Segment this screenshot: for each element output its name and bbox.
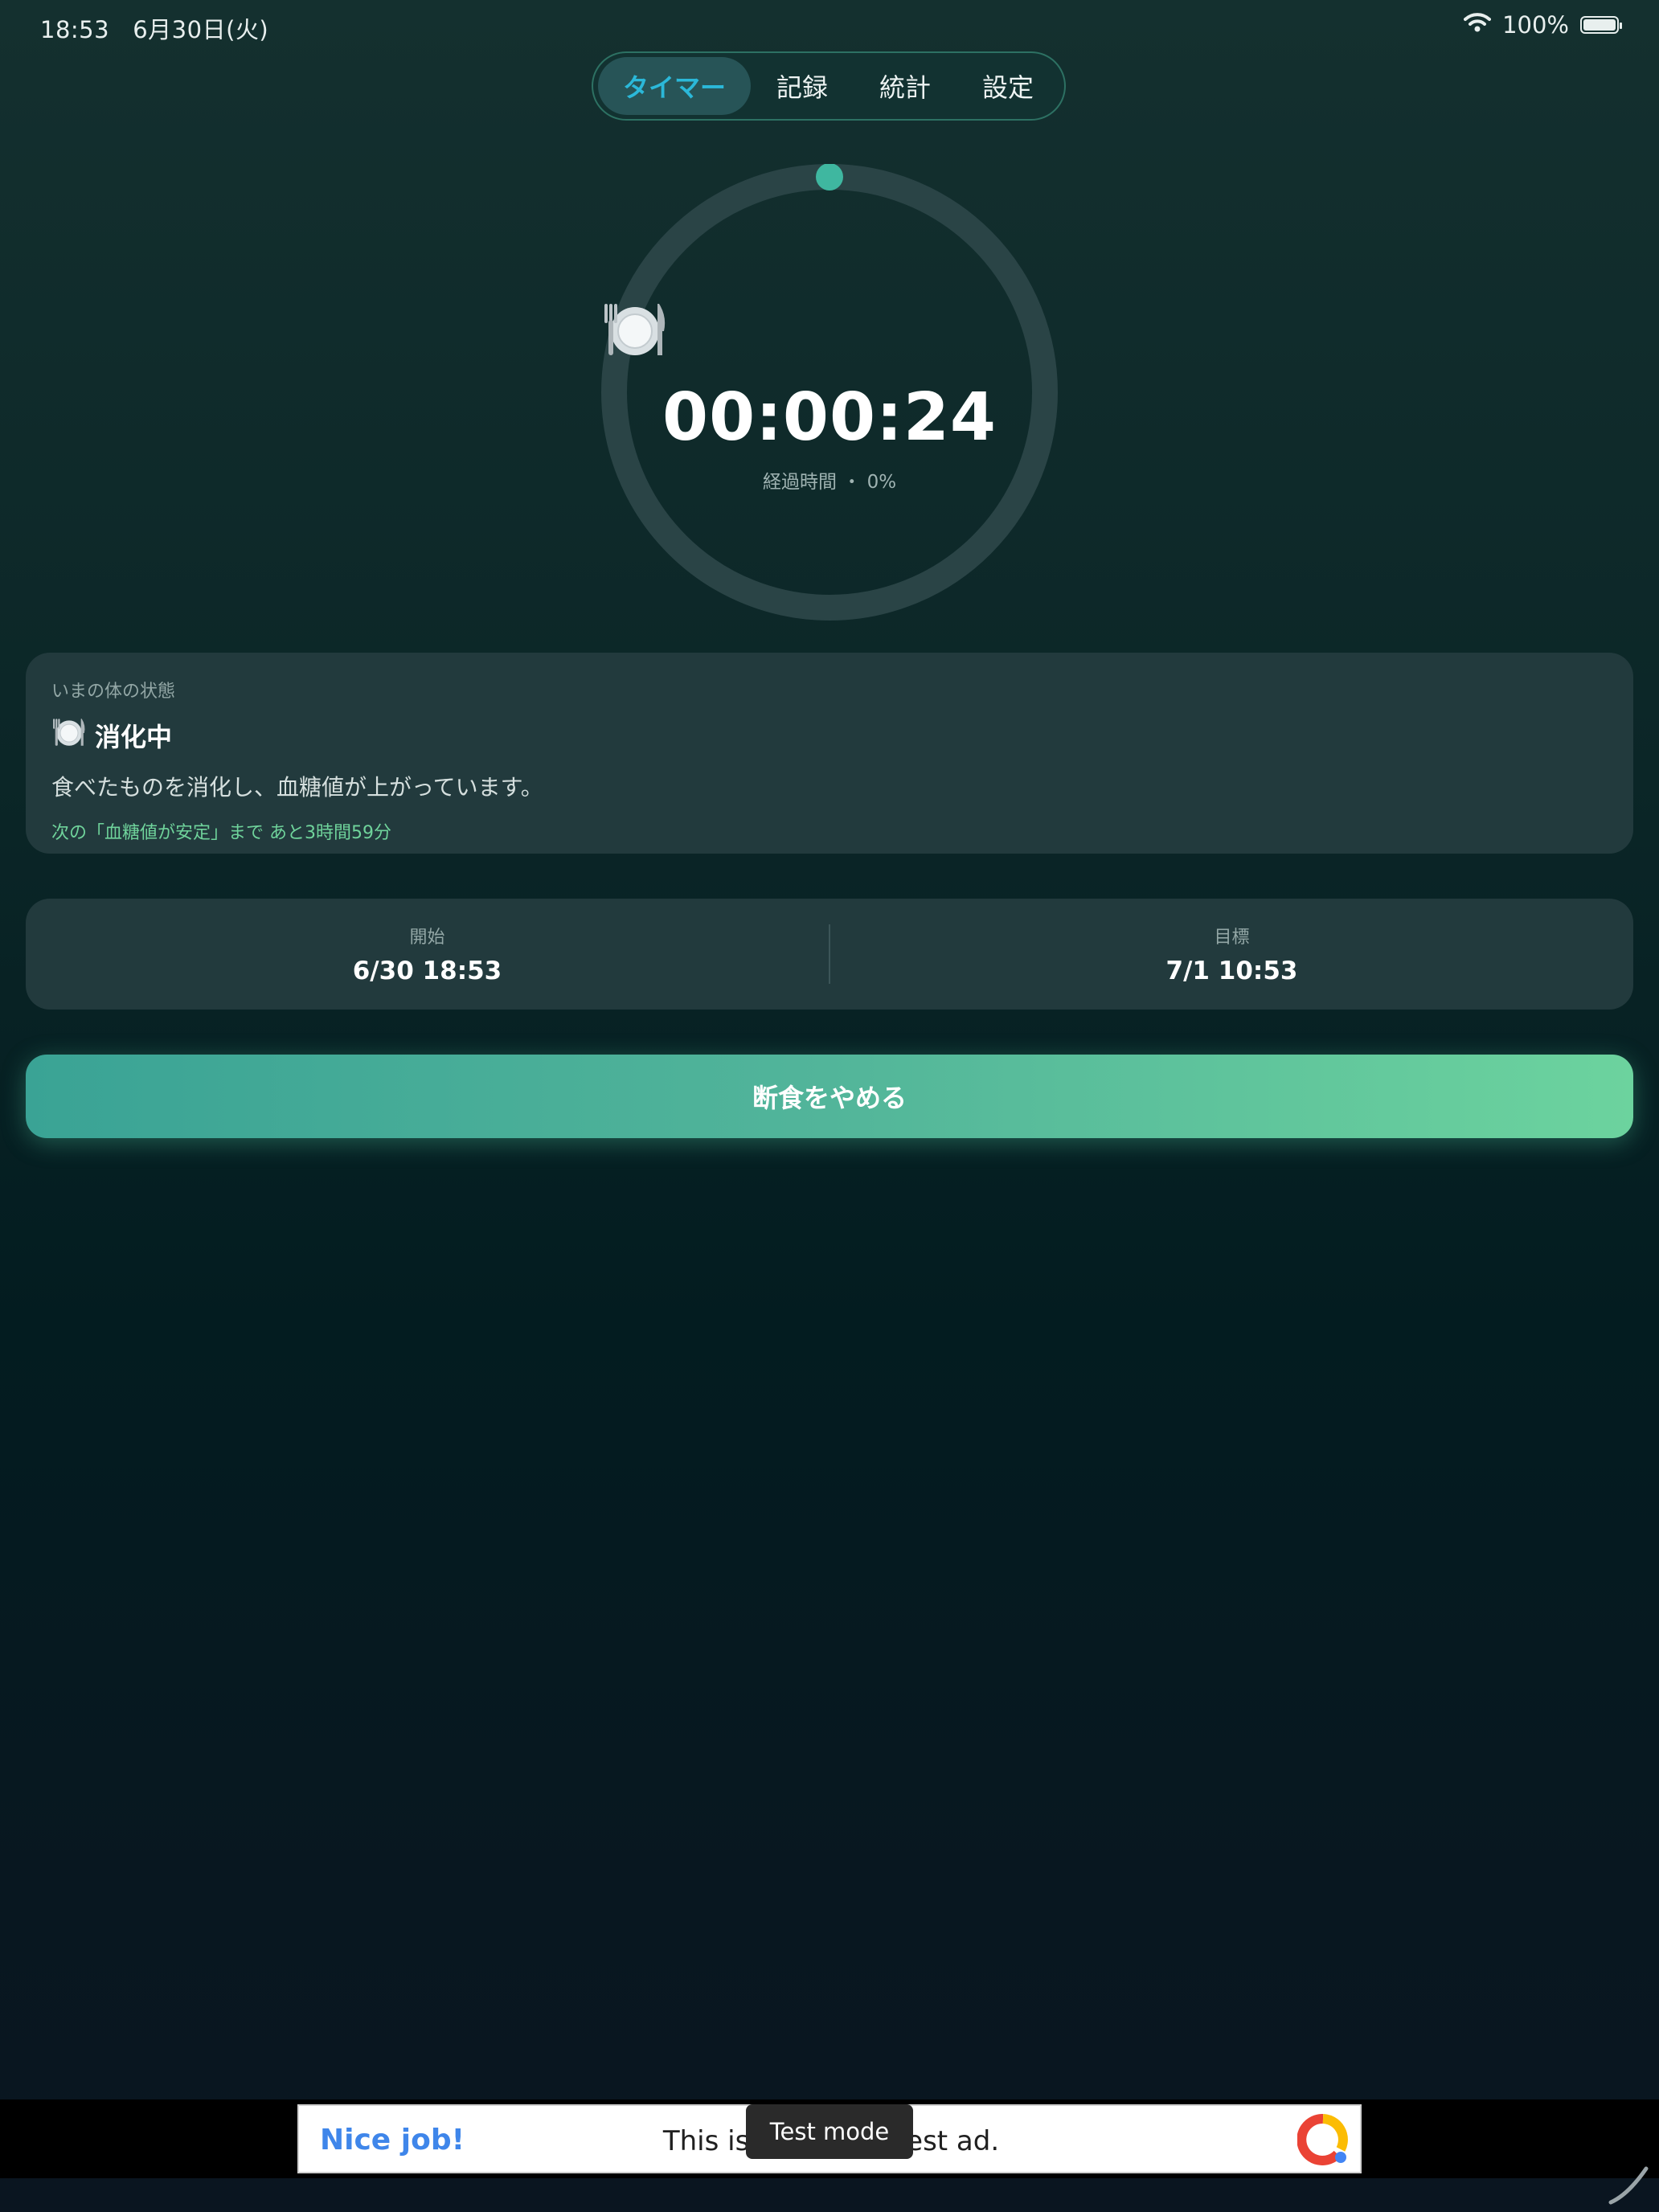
battery-percent: 100% xyxy=(1502,11,1569,39)
state-title-row: 消化中 xyxy=(51,717,1608,754)
state-title: 消化中 xyxy=(95,722,173,752)
status-bar: 18:53 6月30日(火) 100% xyxy=(0,0,1659,51)
ad-logo-icon xyxy=(1297,2114,1348,2165)
status-time-date: 18:53 6月30日(火) xyxy=(40,11,268,45)
timer-ring: 00:00:24 経過時間 ・ 0% xyxy=(601,164,1058,621)
start-label: 開始 xyxy=(409,928,445,948)
state-heading: いまの体の状態 xyxy=(51,682,176,702)
progress-percent: 0% xyxy=(866,472,897,493)
elapsed-label: 経過時間 xyxy=(762,472,837,493)
battery-icon xyxy=(1580,16,1622,34)
tab-timer[interactable]: タイマー xyxy=(598,57,751,115)
stop-fasting-button[interactable]: 断食をやめる xyxy=(26,1055,1633,1138)
body-state-card: いまの体の状態 消化中 食べたものを消化し、血糖値が上がっています。 次の「血糖… xyxy=(26,653,1633,854)
tab-settings[interactable]: 設定 xyxy=(956,57,1059,115)
goal-label: 目標 xyxy=(1214,928,1250,948)
goal-value: 7/1 10:53 xyxy=(1165,956,1298,985)
next-state-countdown: 次の「血糖値が安定」まで あと3時間59分 xyxy=(51,823,391,843)
separator: ・ xyxy=(842,472,862,493)
tab-bar: タイマー 記録 統計 設定 xyxy=(592,51,1066,121)
status-time: 18:53 xyxy=(40,16,110,43)
pencil-icon[interactable] xyxy=(1606,2162,1651,2207)
goal-column: 目標 7/1 10:53 xyxy=(830,923,1633,985)
wifi-icon xyxy=(1464,11,1492,39)
start-column: 開始 6/30 18:53 xyxy=(26,923,829,985)
start-value: 6/30 18:53 xyxy=(352,956,502,985)
bottom-bar xyxy=(0,2178,1659,2212)
status-date: 6月30日(火) xyxy=(133,16,269,43)
start-goal-card: 開始 6/30 18:53 目標 7/1 10:53 xyxy=(26,899,1633,1010)
tab-records[interactable]: 記録 xyxy=(751,57,854,115)
status-right: 100% xyxy=(1464,11,1622,39)
elapsed-time: 00:00:24 xyxy=(662,379,997,456)
timer-subtitle: 経過時間 ・ 0% xyxy=(601,466,1058,494)
state-description: 食べたものを消化し、血糖値が上がっています。 xyxy=(51,774,543,801)
tab-stats[interactable]: 統計 xyxy=(854,57,956,115)
fork-knife-plate-icon xyxy=(51,717,87,754)
test-mode-badge: Test mode xyxy=(746,2104,913,2159)
timer-center: 00:00:24 経過時間 ・ 0% xyxy=(601,164,1058,621)
